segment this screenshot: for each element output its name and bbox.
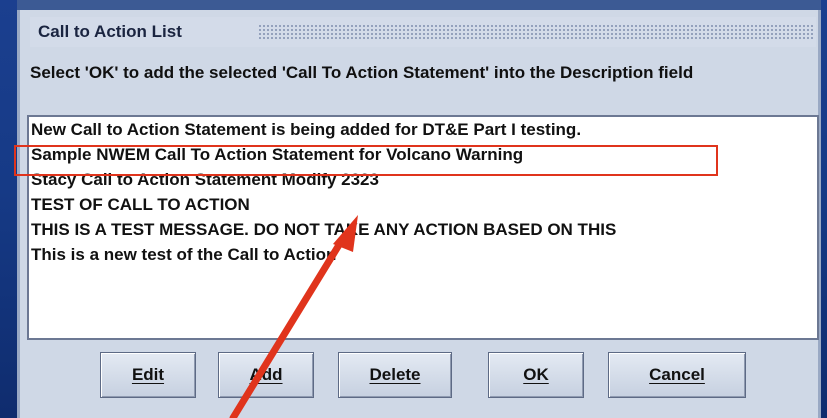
list-item[interactable]: THIS IS A TEST MESSAGE. DO NOT TAKE ANY …: [29, 217, 817, 242]
button-bar: Edit Add Delete OK Cancel: [20, 352, 824, 400]
dialog-titlebar[interactable]: Call to Action List: [30, 17, 816, 47]
add-button[interactable]: Add: [218, 352, 314, 398]
delete-button[interactable]: Delete: [338, 352, 452, 398]
edit-button[interactable]: Edit: [100, 352, 196, 398]
titlebar-grip: [258, 24, 814, 40]
list-item[interactable]: This is a new test of the Call to Action: [29, 242, 817, 267]
list-item[interactable]: TEST OF CALL TO ACTION: [29, 192, 817, 217]
list-item[interactable]: Sample NWEM Call To Action Statement for…: [29, 142, 817, 167]
call-to-action-listbox[interactable]: New Call to Action Statement is being ad…: [27, 115, 819, 340]
list-item[interactable]: New Call to Action Statement is being ad…: [29, 117, 817, 142]
ok-button[interactable]: OK: [488, 352, 584, 398]
dialog-title: Call to Action List: [38, 22, 182, 41]
instruction-text: Select 'OK' to add the selected 'Call To…: [30, 63, 694, 82]
call-to-action-dialog: Call to Action List Select 'OK' to add t…: [17, 0, 821, 418]
list-item[interactable]: Stacy Call to Action Statement Modify 23…: [29, 167, 817, 192]
cancel-button[interactable]: Cancel: [608, 352, 746, 398]
